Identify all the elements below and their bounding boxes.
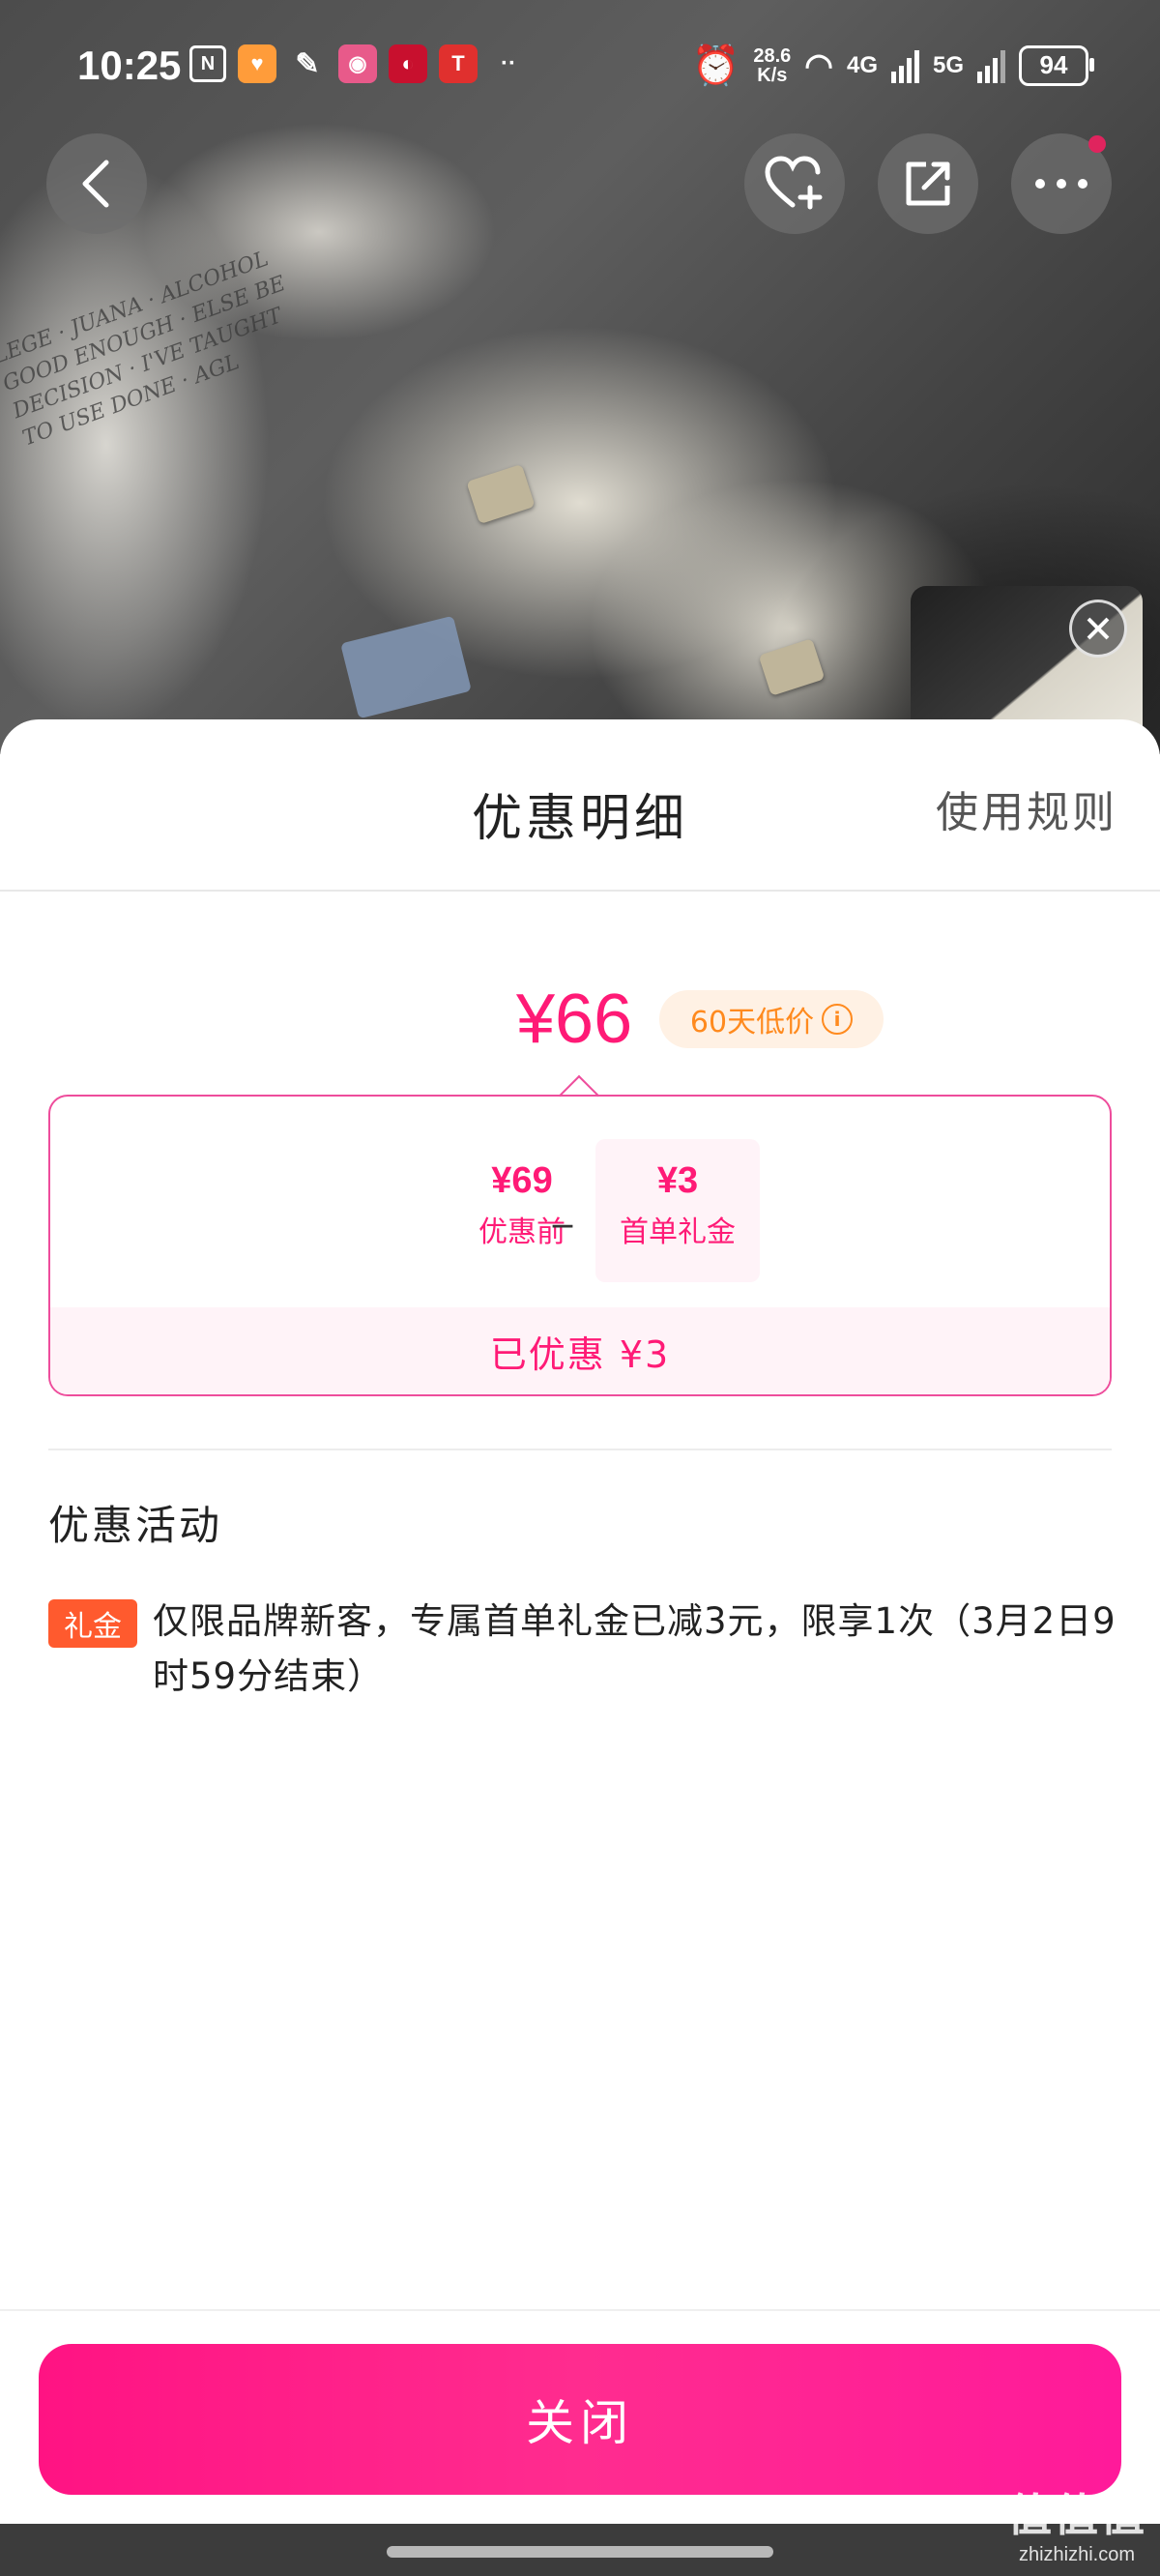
alarm-icon: ⏰ [691,44,740,87]
notification-dot [1088,135,1106,153]
tmall-icon: ◐ [389,44,427,83]
close-button[interactable]: 关闭 [39,2344,1121,2495]
divider [0,890,1160,892]
taobao-icon: T [439,44,478,83]
battery-level: 94 [1039,50,1068,79]
divider [48,1449,1112,1450]
coupon-label: 首单礼金 [620,1215,736,1249]
original-price-amount: ¥69 [491,1160,553,1201]
battery-icon: 94 [1019,44,1094,86]
watermark-url: zhizhizhi.com [1018,2544,1136,2565]
saved-amount-text: 已优惠 ¥3 [489,1332,671,1376]
price-row: ¥66 60天低价 i [0,971,1160,1068]
price-calculation-box: ¥69 优惠前 _ ¥3 首单礼金 已优惠 ¥3 [48,1095,1112,1396]
coupon-item: ¥3 首单礼金 [595,1160,760,1250]
signal-4g-icon [890,48,919,83]
nfc-icon: N [189,45,226,82]
notification-icons: N ♥ ✎ ◉ ◐ T ·· [189,44,528,83]
more-button[interactable] [1011,133,1112,234]
status-bar: 10:25 N ♥ ✎ ◉ ◐ T ·· ⏰ 28.6 K/s ◠ 4G 5G … [0,0,1160,116]
more-dots-icon [1035,179,1088,189]
net-speed: 28.6 K/s [753,46,791,85]
app-icon: ◉ [338,44,377,83]
divider [0,2309,1160,2311]
net-speed-unit: K/s [757,64,788,86]
status-time: 10:25 [77,43,182,88]
minus-sign: _ [553,1184,572,1228]
signal-5g-icon [977,48,1005,83]
system-indicators: ⏰ 28.6 K/s ◠ 4G 5G 94 [691,43,1094,88]
watermark-logo: 值值值 [1007,2490,1146,2540]
heart-plus-icon [765,156,823,210]
promo-tag: 礼金 [48,1599,137,1648]
shoe-tongue-label [340,615,472,719]
info-icon: i [822,1004,854,1035]
network-5g-label: 5G [932,51,964,78]
pen-icon: ✎ [295,47,320,80]
wifi-icon: ◠ [804,46,833,84]
sleeve-print: LEGE · JUANA · ALCOHOL GOOD ENOUGH · ELSE… [0,247,289,452]
net-speed-value: 28.6 [753,44,792,67]
floating-video-close-button[interactable] [1069,600,1127,658]
back-button[interactable] [46,133,147,234]
share-icon [906,161,950,206]
original-price-label: 优惠前 [478,1215,566,1249]
favorite-button[interactable] [744,133,845,234]
home-indicator[interactable] [387,2546,773,2558]
watermark: 值值值 zhizhizhi.com [1007,2480,1146,2566]
close-icon [1087,617,1110,640]
share-button[interactable] [878,133,978,234]
final-price: ¥66 [516,981,633,1058]
low-price-badge-label: 60天低价 [689,1006,815,1039]
saved-amount-bar: 已优惠 ¥3 [50,1307,1110,1394]
promotions-section-title: 优惠活动 [48,1502,223,1549]
heart-app-icon: ♥ [238,44,276,83]
more-notifications-icon: ·· [501,50,516,76]
coupon-amount: ¥3 [656,1160,699,1201]
low-price-badge[interactable]: 60天低价 i [659,990,884,1048]
discount-details-sheet: 优惠明细 使用规则 ¥66 60天低价 i ¥69 优惠前 _ ¥3 首单礼金 … [0,719,1160,2524]
promo-description: 仅限品牌新客，专属首单礼金已减3元，限享1次（3月2日9时59分结束） [153,1600,1116,1697]
shoe-buckle [466,463,536,525]
usage-rules-link[interactable]: 使用规则 [936,777,1117,839]
network-4g-label: 4G [846,51,878,78]
shoe-buckle [758,638,826,696]
original-price-item: ¥69 优惠前 [425,1160,619,1250]
chevron-left-icon [82,160,109,208]
